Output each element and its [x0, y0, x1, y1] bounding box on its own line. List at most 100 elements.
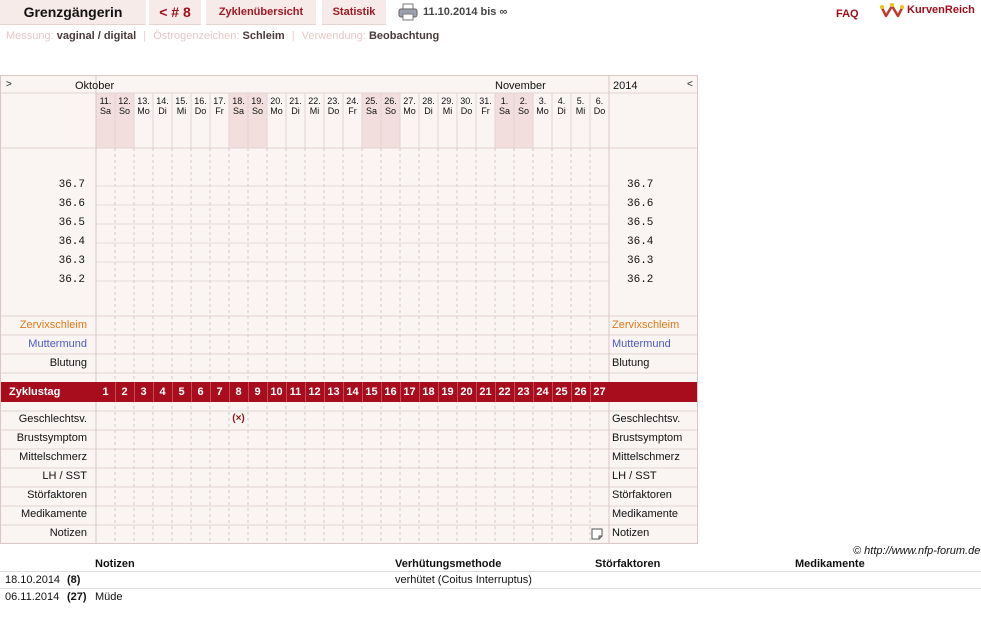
weekday: Do: [460, 106, 473, 116]
day-header-cell[interactable]: 30. Do: [457, 96, 476, 116]
copyright-text[interactable]: © http://www.nfp-forum.de: [853, 545, 980, 557]
day-number: 14.: [156, 96, 169, 106]
measure-value: vaginal / digital: [56, 30, 137, 42]
day-header-cell[interactable]: 4. Di: [552, 96, 571, 116]
day-number: 12.: [118, 96, 131, 106]
cycle-overview-link[interactable]: Zyklenübersicht: [206, 0, 316, 25]
day-header-cell[interactable]: 17. Fr: [210, 96, 229, 116]
day-header-cell[interactable]: 21. Di: [286, 96, 305, 116]
weekday: Sa: [498, 106, 510, 116]
cycle-day-divider: [324, 382, 325, 402]
day-number: 5.: [576, 96, 585, 106]
day-header-cell[interactable]: 18. Sa: [229, 96, 248, 116]
cycle-chart: > Oktober November 2014 < 11. Sa 12. So 13. M…: [0, 75, 698, 544]
kurvenreich-logo[interactable]: KurvenReich: [880, 2, 980, 22]
cycle-day-divider: [172, 382, 173, 402]
note-icon[interactable]: [591, 528, 603, 540]
cycle-day-number: 24: [536, 386, 549, 398]
day-header-cell[interactable]: 20. Mo: [267, 96, 286, 116]
day-number: 25.: [365, 96, 378, 106]
day-header-cell[interactable]: 15. Mi: [172, 96, 191, 116]
weekday: Di: [557, 106, 566, 116]
cycle-day-divider: [343, 382, 344, 402]
weekday: Do: [327, 106, 340, 116]
cycle-day-number: 26: [574, 386, 587, 398]
day-header-cell[interactable]: 23. Do: [324, 96, 343, 116]
intercourse-marker[interactable]: (×): [229, 413, 248, 424]
day-number: 27.: [403, 96, 416, 106]
day-number: 1.: [500, 96, 509, 106]
cycle-day-number: 2: [121, 386, 128, 398]
cycle-day-number: 27: [593, 386, 606, 398]
temperature-tick: 36.3: [58, 255, 85, 267]
cycle-day-number: 17: [403, 386, 416, 398]
day-header-cell[interactable]: 3. Mo: [533, 96, 552, 116]
day-header-cell[interactable]: 29. Mi: [438, 96, 457, 116]
crown-icon: [880, 3, 904, 18]
header-disturbances: Störfaktoren: [595, 558, 661, 570]
day-header-cell[interactable]: 25. Sa: [362, 96, 381, 116]
faq-link[interactable]: FAQ: [836, 8, 859, 20]
day-number: 23.: [327, 96, 340, 106]
row-label: Störfaktoren: [612, 489, 672, 501]
cycle-day-divider: [153, 382, 154, 402]
temperature-tick: 36.6: [627, 198, 654, 210]
day-header-cell[interactable]: 11. Sa: [96, 96, 115, 116]
row-label-zervixschleim: Zervixschleim: [19, 319, 87, 331]
day-header-cell[interactable]: 2. So: [514, 96, 533, 116]
top-bar: Grenzgängerin < # 8 Zyklenübersicht Stat…: [0, 0, 981, 25]
statistics-link[interactable]: Statistik: [322, 0, 386, 25]
weekday: Mo: [536, 106, 549, 116]
cycle-day-bar: Zyklustag 1 2 3 4 5 6 7 8 9 10 11 12 13 14 15 16 17 18 19 2…: [1, 382, 697, 402]
cycle-day-number: 5: [178, 386, 185, 398]
day-number: 21.: [289, 96, 302, 106]
cycle-day-divider: [552, 382, 553, 402]
row-label-blutung: Blutung: [612, 357, 650, 369]
weekday: Fr: [481, 106, 490, 116]
cycle-day-number: 18: [422, 386, 435, 398]
weekday: So: [517, 106, 529, 116]
day-header-cell[interactable]: 12. So: [115, 96, 134, 116]
separator: |: [143, 30, 147, 42]
day-header-cell[interactable]: 6. Do: [590, 96, 609, 116]
cycle-day-number: 19: [441, 386, 454, 398]
day-number: 18.: [232, 96, 245, 106]
day-header-cell[interactable]: 28. Di: [419, 96, 438, 116]
weekday: Mo: [270, 106, 283, 116]
scroll-right-arrow[interactable]: <: [687, 79, 693, 90]
cycle-day-divider: [419, 382, 420, 402]
day-header-cell[interactable]: 22. Mi: [305, 96, 324, 116]
row-label-muttermund: Muttermund: [28, 338, 87, 350]
day-header-cell[interactable]: 24. Fr: [343, 96, 362, 116]
cycle-day-divider: [229, 382, 230, 402]
scroll-left-arrow[interactable]: >: [6, 79, 12, 90]
weekday: Sa: [365, 106, 377, 116]
printer-icon[interactable]: [398, 3, 418, 21]
day-number: 13.: [137, 96, 150, 106]
day-header-cell[interactable]: 31. Fr: [476, 96, 495, 116]
temperature-tick: 36.2: [58, 274, 85, 286]
header-contraception: Verhütungsmethode: [395, 558, 502, 570]
row-date: 06.11.2014: [5, 591, 60, 603]
cycle-day-number: 11: [289, 386, 302, 398]
measurement-info: Messung: vaginal / digital | Östrogenzei…: [6, 30, 439, 42]
previous-cycle-link[interactable]: < # 8: [149, 0, 201, 25]
row-label: Medikamente: [20, 508, 87, 520]
logo-text: KurvenReich: [907, 4, 975, 16]
day-header-cell[interactable]: 5. Mi: [571, 96, 590, 116]
day-header-cell[interactable]: 13. Mo: [134, 96, 153, 116]
day-header-cell[interactable]: 19. So: [248, 96, 267, 116]
day-header-cell[interactable]: 26. So: [381, 96, 400, 116]
day-header-cell[interactable]: 16. Do: [191, 96, 210, 116]
day-header-cell[interactable]: 1. Sa: [495, 96, 514, 116]
cycle-day-number: 8: [235, 386, 242, 398]
row-cycle-day: (8): [67, 574, 81, 586]
day-header-cell[interactable]: 14. Di: [153, 96, 172, 116]
cycle-day-divider: [495, 382, 496, 402]
cycle-day-divider: [381, 382, 382, 402]
day-number: 24.: [346, 96, 359, 106]
usage-value: Beobachtung: [368, 30, 440, 42]
temperature-tick: 36.7: [627, 179, 654, 191]
day-header-cell[interactable]: 27. Mo: [400, 96, 419, 116]
day-number: 30.: [460, 96, 473, 106]
